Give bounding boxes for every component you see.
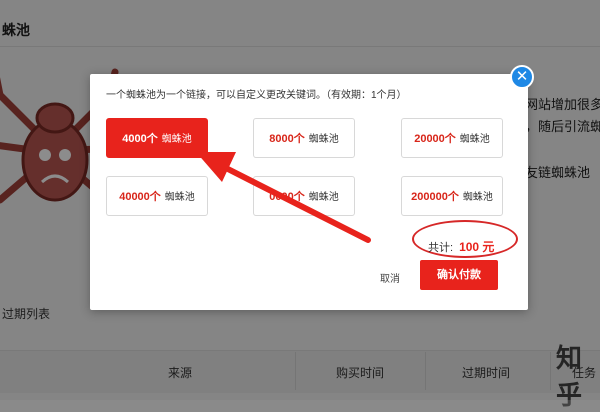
- total-label: 共计:: [428, 242, 454, 254]
- option-obscured[interactable]: 0000个 蜘蛛池: [253, 176, 355, 216]
- option-amount: 20000个: [414, 133, 456, 145]
- option-200000[interactable]: 200000个 蜘蛛池: [401, 176, 503, 216]
- option-8000[interactable]: 8000个 蜘蛛池: [253, 118, 355, 158]
- option-unit: 蜘蛛池: [459, 134, 490, 145]
- option-unit: 蜘蛛池: [308, 134, 339, 145]
- option-unit: 蜘蛛池: [161, 134, 192, 145]
- total-price: 共计: 100 元: [428, 238, 494, 255]
- cancel-button[interactable]: 取消: [380, 270, 400, 285]
- option-unit: 蜘蛛池: [164, 192, 195, 203]
- total-value: 100 元: [459, 240, 495, 254]
- option-40000[interactable]: 40000个 蜘蛛池: [106, 176, 208, 216]
- close-icon[interactable]: ✕: [510, 65, 534, 89]
- option-unit: 蜘蛛池: [308, 192, 339, 203]
- option-unit: 蜘蛛池: [462, 192, 493, 203]
- option-20000[interactable]: 20000个 蜘蛛池: [401, 118, 503, 158]
- option-amount: 8000个: [269, 133, 305, 145]
- option-amount: 0000个: [269, 191, 305, 203]
- option-amount: 200000个: [411, 191, 459, 203]
- confirm-payment-button[interactable]: 确认付款: [420, 260, 498, 290]
- option-amount: 4000个: [122, 133, 158, 145]
- option-amount: 40000个: [119, 191, 161, 203]
- option-4000[interactable]: 4000个 蜘蛛池: [106, 118, 208, 158]
- purchase-modal: 一个蜘蛛池为一个链接，可以自定义更改关键词。（有效期：1个月） 4000个 蜘蛛池…: [90, 74, 528, 310]
- modal-description: 一个蜘蛛池为一个链接，可以自定义更改关键词。（有效期：1个月）: [106, 90, 407, 101]
